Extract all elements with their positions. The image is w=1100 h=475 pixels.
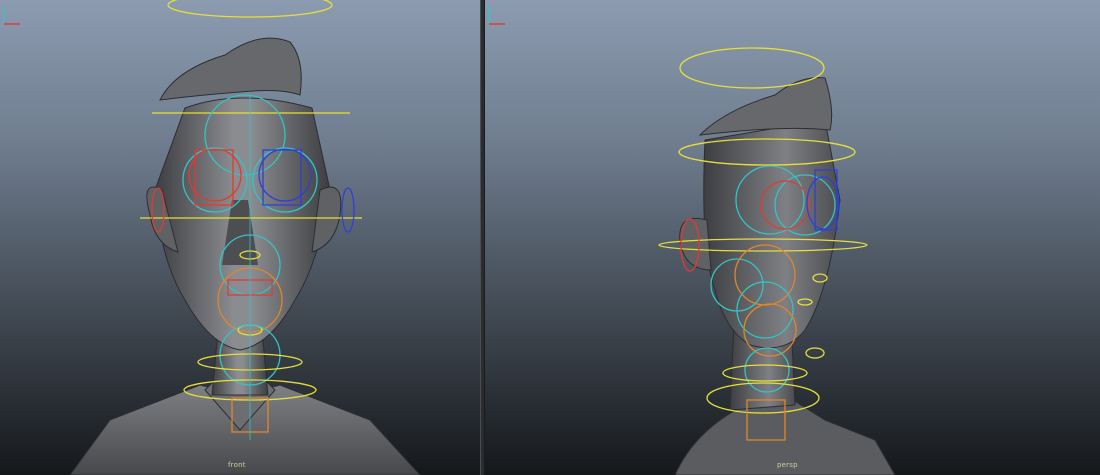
head-top-control-persp[interactable]: [679, 47, 825, 89]
hair-mesh[interactable]: [159, 37, 302, 101]
ear-right-blue[interactable]: [341, 187, 355, 233]
camera-label-persp: persp: [777, 461, 798, 469]
camera-label-front: front: [228, 461, 246, 469]
perspective-viewport[interactable]: persp: [485, 0, 1100, 475]
front-view-canvas[interactable]: [0, 0, 480, 475]
xyz-axis-icon: [488, 6, 505, 25]
chin-yellow-persp[interactable]: [805, 347, 825, 359]
xyz-axis-icon: [3, 6, 20, 25]
front-viewport[interactable]: front: [0, 0, 480, 475]
persp-view-canvas[interactable]: [485, 0, 1100, 475]
head-top-control[interactable]: [167, 0, 333, 18]
